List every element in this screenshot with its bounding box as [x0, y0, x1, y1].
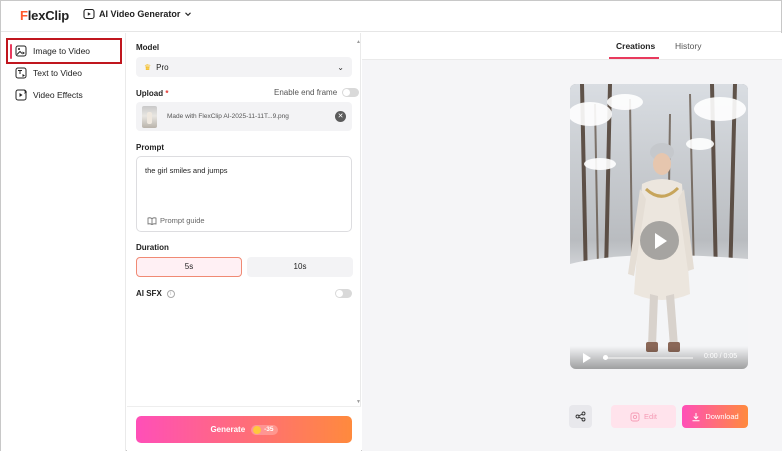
upload-label-text: Upload	[136, 89, 164, 98]
download-label: Download	[705, 412, 739, 421]
chevron-down-icon: ⌄	[337, 62, 344, 72]
info-icon[interactable]: i	[166, 289, 175, 298]
chevron-down-icon	[185, 12, 192, 17]
sidebar-item-label: Image to Video	[33, 46, 91, 56]
flexclip-logo[interactable]: FlexClip	[20, 8, 69, 23]
image-video-icon	[15, 45, 27, 57]
app-window: FlexClip AI Video Generator Image to Vid…	[0, 0, 782, 451]
uploaded-file[interactable]: Made with FlexClip AI-2025-11-11T...9.pn…	[136, 102, 352, 131]
file-name: Made with FlexClip AI-2025-11-11T...9.pn…	[167, 113, 289, 120]
video-player[interactable]: 0:00 / 0:05	[570, 84, 748, 369]
crown-icon: ♛	[144, 62, 152, 72]
scroll-down-arrow[interactable]: ▼	[356, 399, 361, 405]
duration-5s-button[interactable]: 5s	[136, 257, 242, 277]
ai-sfx-label: AI SFX	[136, 289, 162, 298]
required-mark: *	[165, 89, 169, 98]
duration-10s-button[interactable]: 10s	[247, 257, 353, 277]
sidebar-item-label: Video Effects	[33, 90, 83, 100]
credit-cost: -35	[264, 426, 274, 433]
video-controls: 0:00 / 0:05	[570, 346, 748, 369]
settings-panel: Model ♛ Pro ⌄ Upload * Enable end frame …	[127, 33, 361, 451]
sidebar-item-video-effects[interactable]: Video Effects	[15, 89, 83, 101]
video-effects-icon	[15, 89, 27, 101]
download-icon	[692, 412, 700, 421]
play-icon[interactable]	[583, 353, 591, 363]
model-select[interactable]: ♛ Pro ⌄	[136, 57, 352, 77]
progress-track[interactable]	[603, 357, 693, 359]
logo-mark: F	[20, 8, 28, 23]
share-button[interactable]	[569, 405, 592, 428]
edit-button[interactable]: Edit	[611, 405, 676, 428]
sidebar-item-image-to-video[interactable]: Image to Video	[15, 45, 90, 57]
progress-handle[interactable]	[603, 355, 608, 360]
remove-file-button[interactable]: ✕	[335, 111, 346, 122]
prompt-text[interactable]: the girl smiles and jumps	[145, 166, 228, 175]
left-sidebar: Image to Video Text to Video Video Effec…	[1, 33, 126, 451]
tab-history[interactable]: History	[675, 41, 701, 51]
end-frame-label: Enable end frame	[274, 88, 338, 97]
coin-icon	[253, 425, 262, 434]
download-button[interactable]: Download	[682, 405, 748, 428]
tool-label: AI Video Generator	[99, 9, 181, 19]
edit-icon	[630, 412, 640, 421]
upload-label: Upload *	[136, 89, 168, 98]
prompt-label: Prompt	[136, 143, 164, 152]
scroll-up-arrow[interactable]: ▲	[356, 39, 361, 45]
active-indicator	[10, 44, 12, 59]
duration-label: Duration	[136, 243, 169, 252]
ai-sfx-toggle[interactable]	[335, 289, 352, 298]
generate-label: Generate	[210, 425, 246, 434]
text-video-icon	[15, 67, 27, 79]
book-icon	[147, 216, 157, 225]
tab-creations[interactable]: Creations	[616, 41, 655, 51]
credit-badge: -35	[251, 424, 278, 435]
prompt-guide-label: Prompt guide	[160, 216, 205, 225]
tool-switcher[interactable]: AI Video Generator	[83, 8, 192, 20]
sidebar-item-label: Text to Video	[33, 68, 82, 78]
image-thumbnail	[142, 105, 157, 128]
model-label: Model	[136, 43, 160, 52]
sidebar-item-text-to-video[interactable]: Text to Video	[15, 67, 82, 79]
model-value: Pro	[156, 62, 169, 72]
prompt-input[interactable]: the girl smiles and jumps Prompt guide	[136, 156, 352, 232]
ai-sfx-row: AI SFX i	[136, 289, 175, 298]
top-bar: FlexClip AI Video Generator	[1, 1, 781, 32]
end-frame-row: Enable end frame	[274, 88, 360, 97]
active-tab-underline	[609, 57, 659, 59]
video-time: 0:00 / 0:05	[704, 353, 738, 360]
share-icon	[575, 411, 586, 422]
edit-label: Edit	[644, 412, 657, 421]
generate-button[interactable]: Generate -35	[136, 416, 352, 443]
generate-area: Generate -35	[127, 406, 361, 451]
preview-area: Creations History 0:00 / 0:05 Edit Downl…	[362, 33, 782, 451]
end-frame-toggle[interactable]	[342, 88, 360, 97]
prompt-guide-link[interactable]: Prompt guide	[147, 216, 205, 225]
logo-text: lexClip	[27, 8, 69, 23]
ai-video-icon	[83, 8, 95, 20]
play-overlay-button[interactable]	[640, 221, 679, 260]
preview-tabs: Creations History	[362, 33, 782, 60]
